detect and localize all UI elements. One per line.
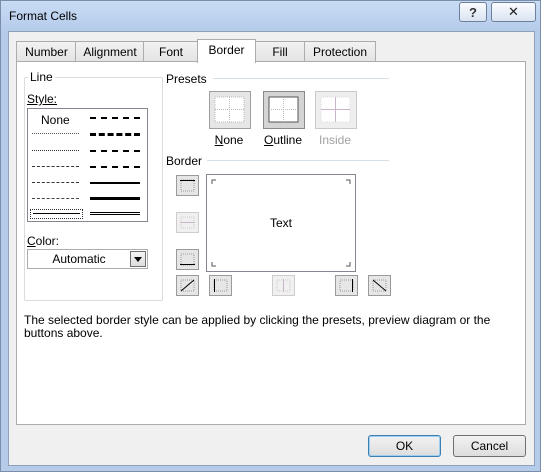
preset-none-icon [214,96,245,123]
line-style-dashed[interactable] [32,198,79,199]
line-style-dash-dot-dot[interactable] [32,166,79,167]
border-left-button[interactable] [209,275,232,296]
border-left-icon [213,279,228,292]
preset-none-label: None [214,133,244,147]
line-style-list[interactable]: None [27,108,148,222]
presets-separator [213,78,389,79]
diagonal-up-icon [180,279,195,292]
preset-inside-icon [320,96,351,123]
border-right-button[interactable] [335,275,358,296]
border-inside-vertical-icon [276,279,291,292]
border-inside-horizontal-icon [180,216,195,229]
border-bottom-icon [180,253,195,266]
line-style-none[interactable]: None [41,113,70,127]
preset-none-button[interactable] [209,91,251,129]
line-style-medium[interactable] [90,182,140,184]
line-style-slanted-dash-dot[interactable] [90,133,140,136]
border-right-icon [339,279,354,292]
preview-text: Text [269,216,292,230]
line-style-dash-dot[interactable] [32,182,79,183]
border-top-button[interactable] [176,175,199,196]
color-value: Automatic [52,252,106,266]
line-style-dotted[interactable] [32,150,79,151]
border-diagonal-up-button[interactable] [176,275,199,296]
border-label: Border [166,154,203,168]
description-text: The selected border style can be applied… [24,313,491,340]
format-cells-dialog: Format Cells ? ✕ Number Alignment Font B… [0,0,541,472]
preset-outline-button[interactable] [263,91,305,129]
dropdown-arrow-icon[interactable] [130,251,146,267]
preset-outline-label: Outline [263,133,303,147]
border-preview[interactable]: Text [206,174,356,272]
border-diagonal-down-button[interactable] [368,275,391,296]
line-style-double[interactable] [90,212,140,215]
help-button[interactable]: ? [459,2,487,22]
tab-font[interactable]: Font [143,41,199,62]
dialog-client-area: Number Alignment Font Border Fill Protec… [8,31,535,466]
close-button[interactable]: ✕ [491,2,536,22]
cancel-button[interactable]: Cancel [453,435,526,457]
border-tab-panel: Line Style: None Color: Automatic Preset… [16,61,526,425]
color-label: Color: [27,234,60,248]
line-style-hair[interactable] [32,133,79,134]
border-bottom-button[interactable] [176,249,199,270]
line-style-thick[interactable] [90,197,140,200]
tab-border[interactable]: Border [197,39,256,63]
tab-protection[interactable]: Protection [304,41,376,62]
border-separator [207,160,389,161]
border-inside-vertical-button[interactable] [272,275,295,296]
preset-inside-button[interactable] [315,91,357,129]
style-label: Style: [27,92,58,106]
line-style-medium-dashed[interactable] [90,166,140,168]
window-title: Format Cells [9,9,78,23]
border-top-icon [180,179,195,192]
line-style-medium-dash-dot-dot[interactable] [90,117,140,119]
border-inside-horizontal-button[interactable] [176,212,199,233]
preset-outline-icon [268,96,299,123]
tab-number[interactable]: Number [16,41,77,62]
line-style-thin-selected[interactable] [30,209,83,219]
presets-label: Presets [166,72,207,86]
tab-fill[interactable]: Fill [254,41,306,62]
tab-alignment[interactable]: Alignment [75,41,145,62]
line-style-medium-dash-dot[interactable] [90,150,140,152]
color-dropdown[interactable]: Automatic [27,249,148,269]
preset-inside-label: Inside [318,133,352,147]
line-group-label: Line [28,70,55,84]
diagonal-down-icon [372,279,387,292]
ok-button[interactable]: OK [368,435,441,457]
title-bar[interactable]: Format Cells ? ✕ [1,1,540,31]
